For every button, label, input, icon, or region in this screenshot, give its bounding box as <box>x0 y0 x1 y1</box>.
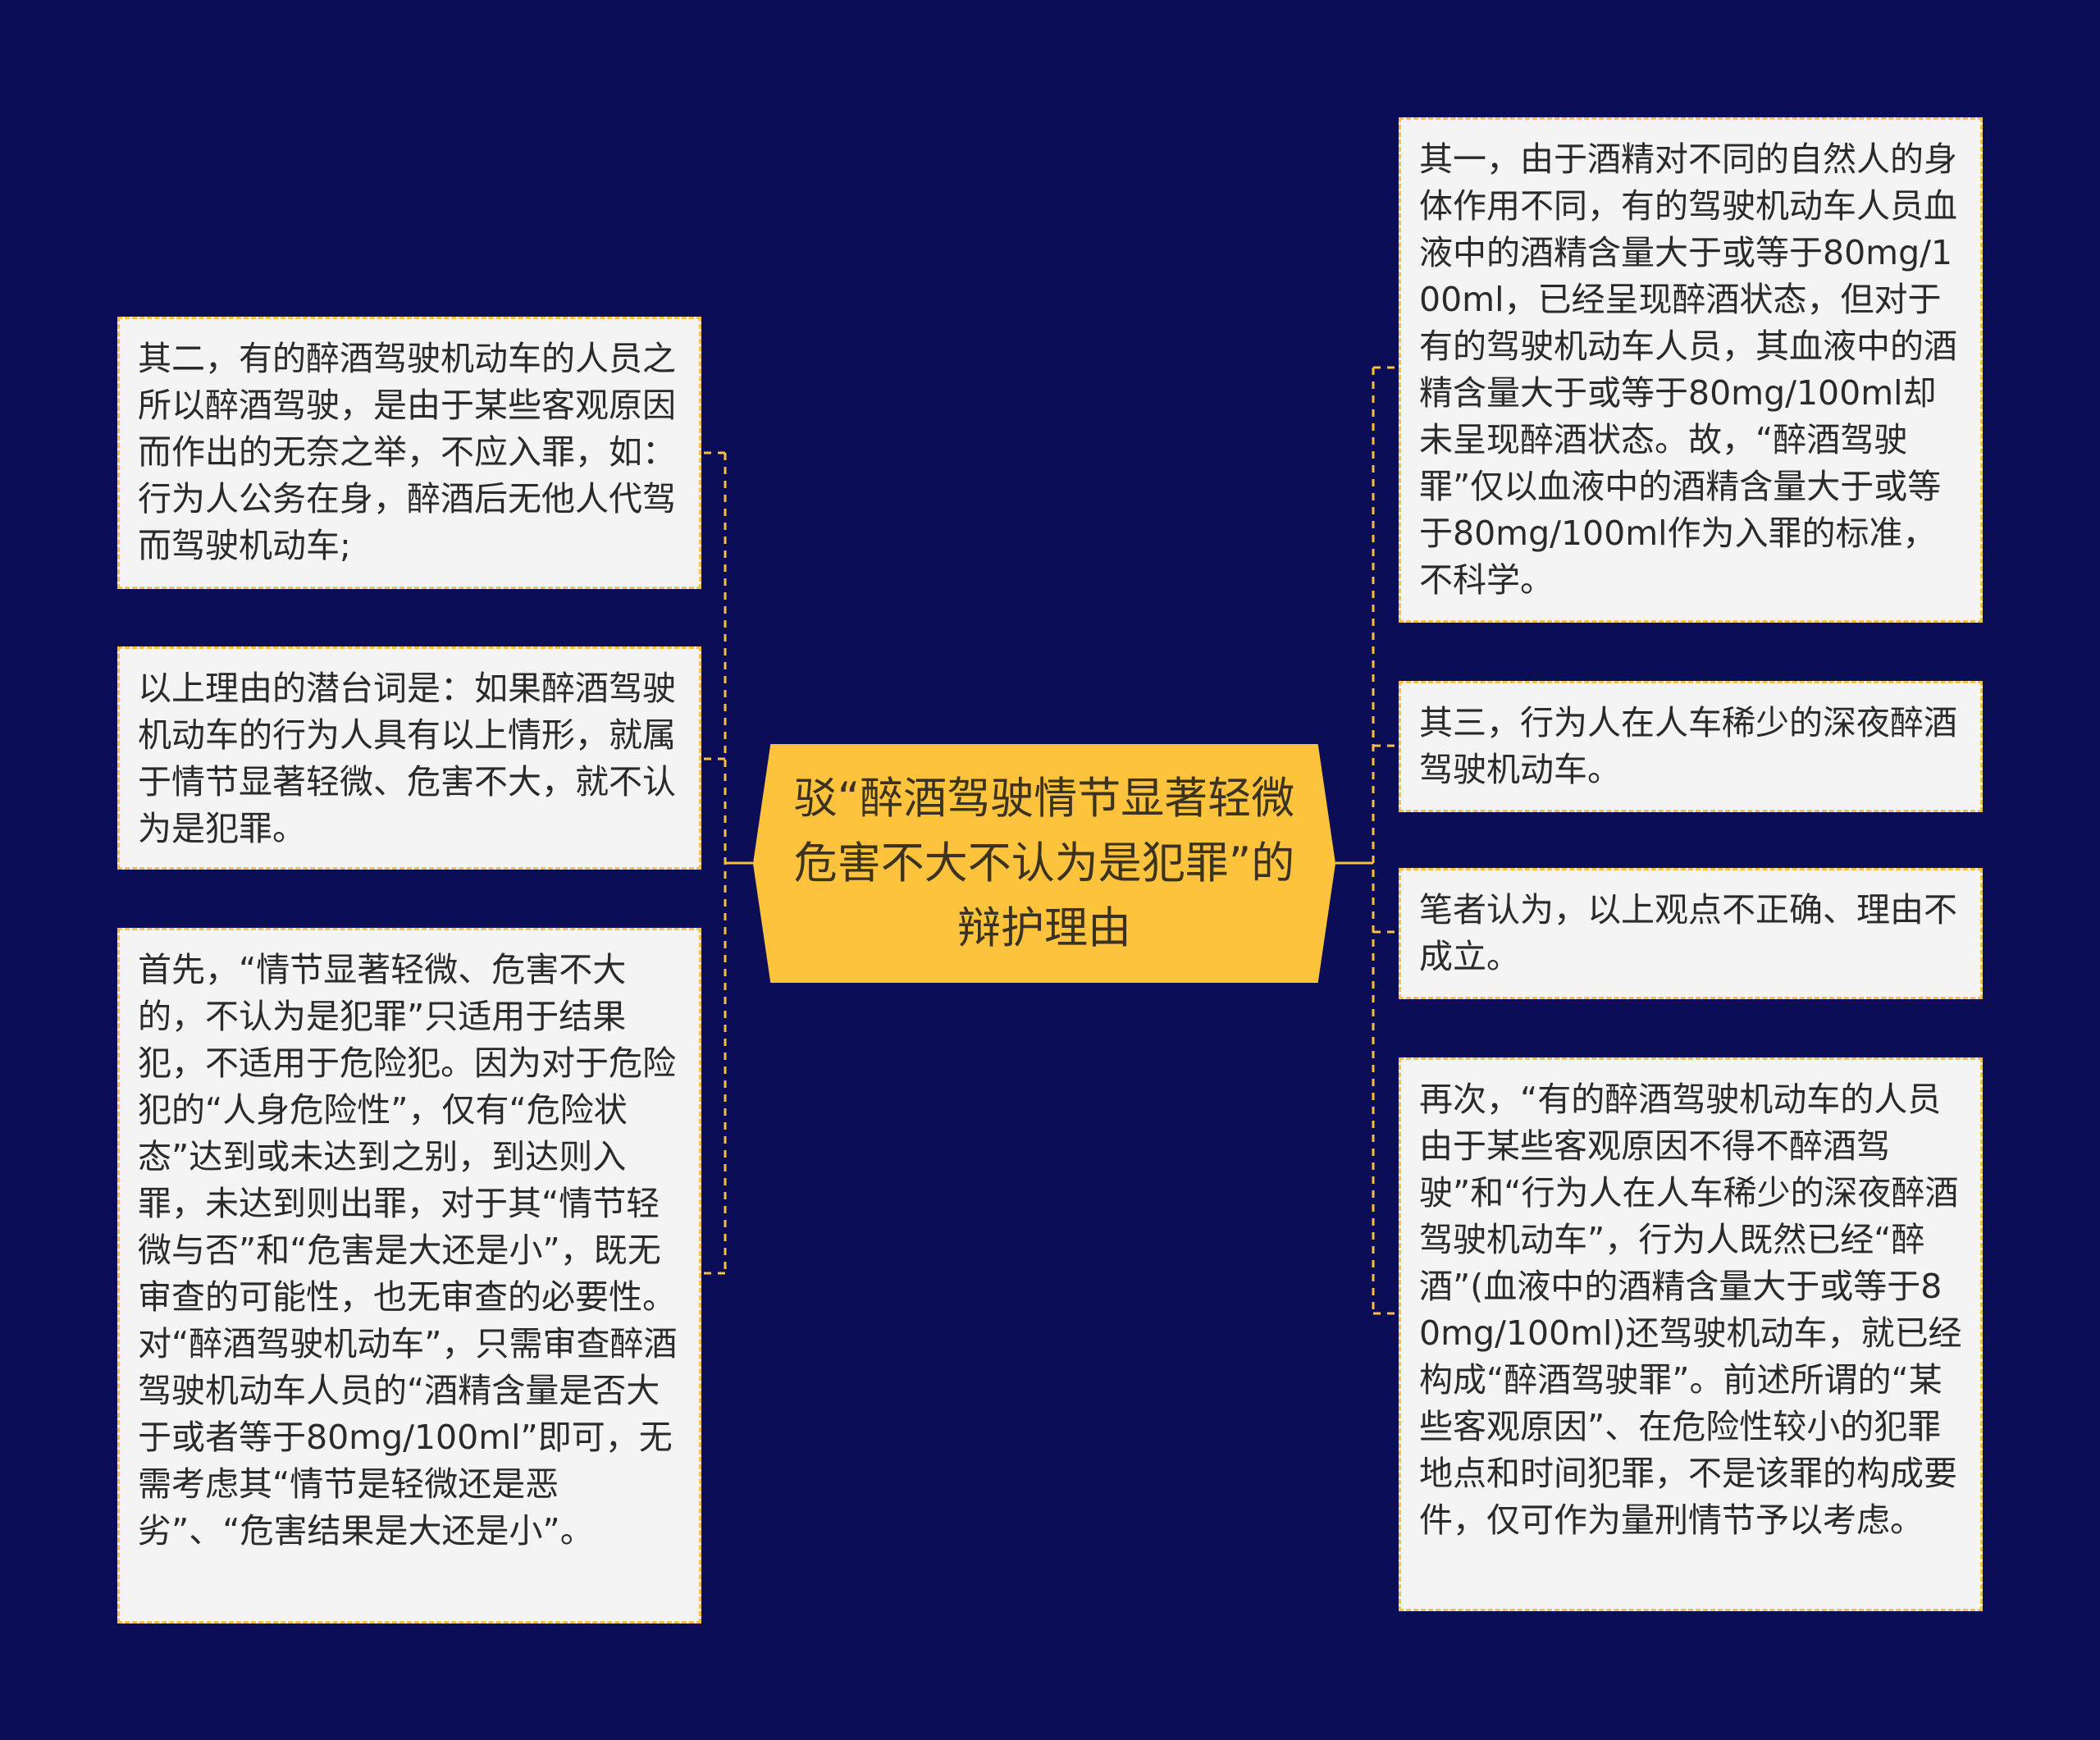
right-node-2-text: 其三，行为人在人车稀少的深夜醉酒驾驶机动车。 <box>1419 703 1957 789</box>
left-node-2[interactable]: 以上理由的潜台词是：如果醉酒驾驶机动车的行为人具有以上情形，就属于情节显著轻微、… <box>117 646 701 870</box>
right-node-1[interactable]: 其一，由于酒精对不同的自然人的身体作用不同，有的驾驶机动车人员血液中的酒精含量大… <box>1399 117 1983 623</box>
left-node-3[interactable]: 首先，“情节显著轻微、危害不大的，不认为是犯罪”只适用于结果犯，不适用于危险犯。… <box>117 928 701 1624</box>
root-topic[interactable]: 驳“醉酒驾驶情节显著轻微危害不大不认为是犯罪”的辩护理由 <box>753 744 1335 983</box>
left-node-3-text: 首先，“情节显著轻微、危害不大的，不认为是犯罪”只适用于结果犯，不适用于危险犯。… <box>138 950 678 1550</box>
root-topic-text: 驳“醉酒驾驶情节显著轻微危害不大不认为是犯罪”的辩护理由 <box>793 774 1295 953</box>
left-node-1[interactable]: 其二，有的醉酒驾驶机动车的人员之所以醉酒驾驶，是由于某些客观原因而作出的无奈之举… <box>117 317 701 589</box>
mind-map-canvas: 驳“醉酒驾驶情节显著轻微危害不大不认为是犯罪”的辩护理由 其二，有的醉酒驾驶机动… <box>0 0 2100 1740</box>
right-node-1-text: 其一，由于酒精对不同的自然人的身体作用不同，有的驾驶机动车人员血液中的酒精含量大… <box>1419 139 1957 600</box>
right-node-2[interactable]: 其三，行为人在人车稀少的深夜醉酒驾驶机动车。 <box>1399 681 1983 812</box>
right-node-3-text: 笔者认为，以上观点不正确、理由不成立。 <box>1419 890 1957 976</box>
right-node-3[interactable]: 笔者认为，以上观点不正确、理由不成立。 <box>1399 868 1983 999</box>
left-node-1-text: 其二，有的醉酒驾驶机动车的人员之所以醉酒驾驶，是由于某些客观原因而作出的无奈之举… <box>138 339 676 565</box>
right-node-4-text: 再次，“有的醉酒驾驶机动车的人员由于某些客观原因不得不醉酒驾驶”和“行为人在人车… <box>1419 1080 1962 1540</box>
left-node-2-text: 以上理由的潜台词是：如果醉酒驾驶机动车的行为人具有以上情形，就属于情节显著轻微、… <box>138 669 676 848</box>
right-node-4[interactable]: 再次，“有的醉酒驾驶机动车的人员由于某些客观原因不得不醉酒驾驶”和“行为人在人车… <box>1399 1057 1983 1611</box>
